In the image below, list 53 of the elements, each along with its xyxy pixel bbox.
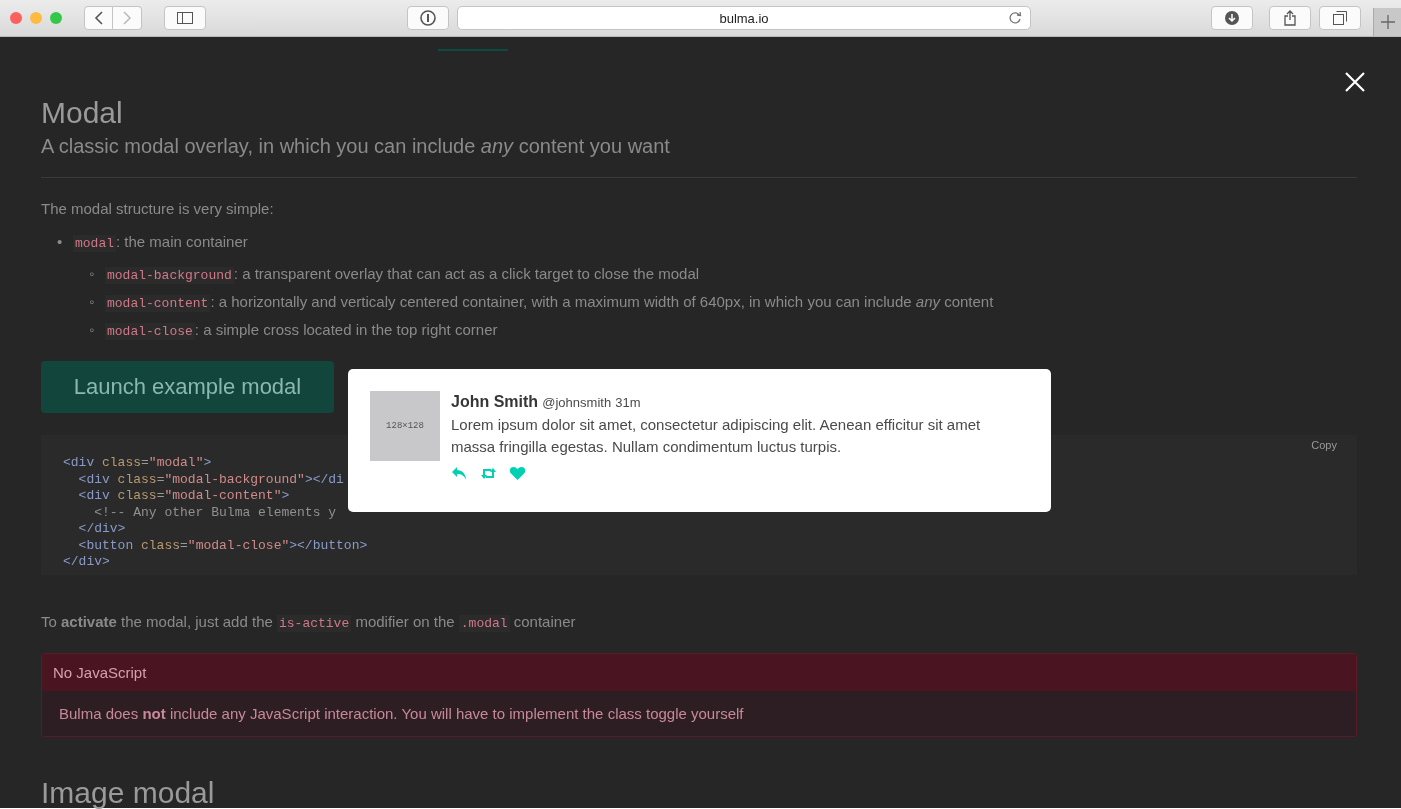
author-name: John Smith [451,393,539,410]
copy-button[interactable]: Copy [1311,439,1337,451]
new-tab-button[interactable] [1373,8,1401,36]
chevron-left-icon [93,11,104,25]
author-handle: @johnsmith [542,395,612,410]
list-item-text: modal-content: a horizontally and verticaly centered container, with a maximum width of 640px, in which you can include any content [105,293,994,310]
code-line: </div> [63,554,110,571]
launch-modal-button[interactable]: Launch example modal [41,361,334,413]
list-item-text: modal-background: a transparent overlay that can act as a click target to close the modal [105,265,700,282]
list-bullet: ◦ [89,321,96,339]
post-text: Lorem ipsum dolor sit amet, consectetur adipiscing elit. Aenean efficitur sit amet massa fringilla egestas. Nullam condimentum luctus turpis. [451,415,982,457]
sidebar-button[interactable] [164,6,206,30]
notification-body: Bulma does not include any JavaScript interaction. You will have to implement the class toggle yourself [42,691,1356,736]
intro-text: The modal structure is very simple: [41,200,275,217]
share-button[interactable] [1269,6,1311,30]
notification-title: No JavaScript [42,654,1356,691]
list-bullet: ◦ [89,293,96,311]
plus-icon [1380,15,1395,29]
reader-button[interactable] [407,6,449,30]
back-button[interactable] [84,6,113,30]
tabs-button[interactable] [1319,6,1361,30]
tabs-icon [1333,11,1347,25]
download-icon [1225,11,1239,25]
list-bullet: • [57,233,64,251]
info-icon [420,10,436,26]
activate-text: To activate the modal, just add the is-active modifier on the .modal container [41,613,577,631]
list-bullet: ◦ [89,265,96,283]
image-size-label: 128×128 [386,421,424,431]
zoom-window-icon[interactable] [50,12,62,24]
downloads-button[interactable] [1211,6,1253,30]
address-bar[interactable]: bulma.io [457,6,1031,30]
chevron-right-icon [122,11,132,25]
page-title: Modal [41,95,124,131]
reply-icon[interactable] [451,466,468,481]
page-subtitle: A classic modal overlay, in which you can include any content you want [41,134,671,159]
close-window-icon[interactable] [10,12,22,24]
code-line: </div> [77,521,126,538]
code-line: <div class="modal-content"> [77,488,290,505]
heart-icon[interactable] [509,466,526,481]
code-line: <div class="modal"> [63,455,212,472]
reload-icon[interactable] [1008,11,1022,25]
section-title: Image modal [41,777,216,809]
list-item-text: modal-close: a simple cross located in the top right corner [105,321,498,338]
list-item-text: modal: the main container [73,233,248,250]
sidebar-icon [177,12,193,24]
post-time: 31m [615,395,641,410]
nav-tab-indicator [438,49,508,51]
retweet-icon[interactable] [480,466,497,481]
close-button[interactable] [1343,70,1367,94]
code-line: <button class="modal-close"></button> [77,537,368,554]
code-line: <div class="modal-background"></di [77,471,344,488]
share-icon [1284,10,1296,26]
code-line: <!-- Any other Bulma elements y [93,504,337,521]
